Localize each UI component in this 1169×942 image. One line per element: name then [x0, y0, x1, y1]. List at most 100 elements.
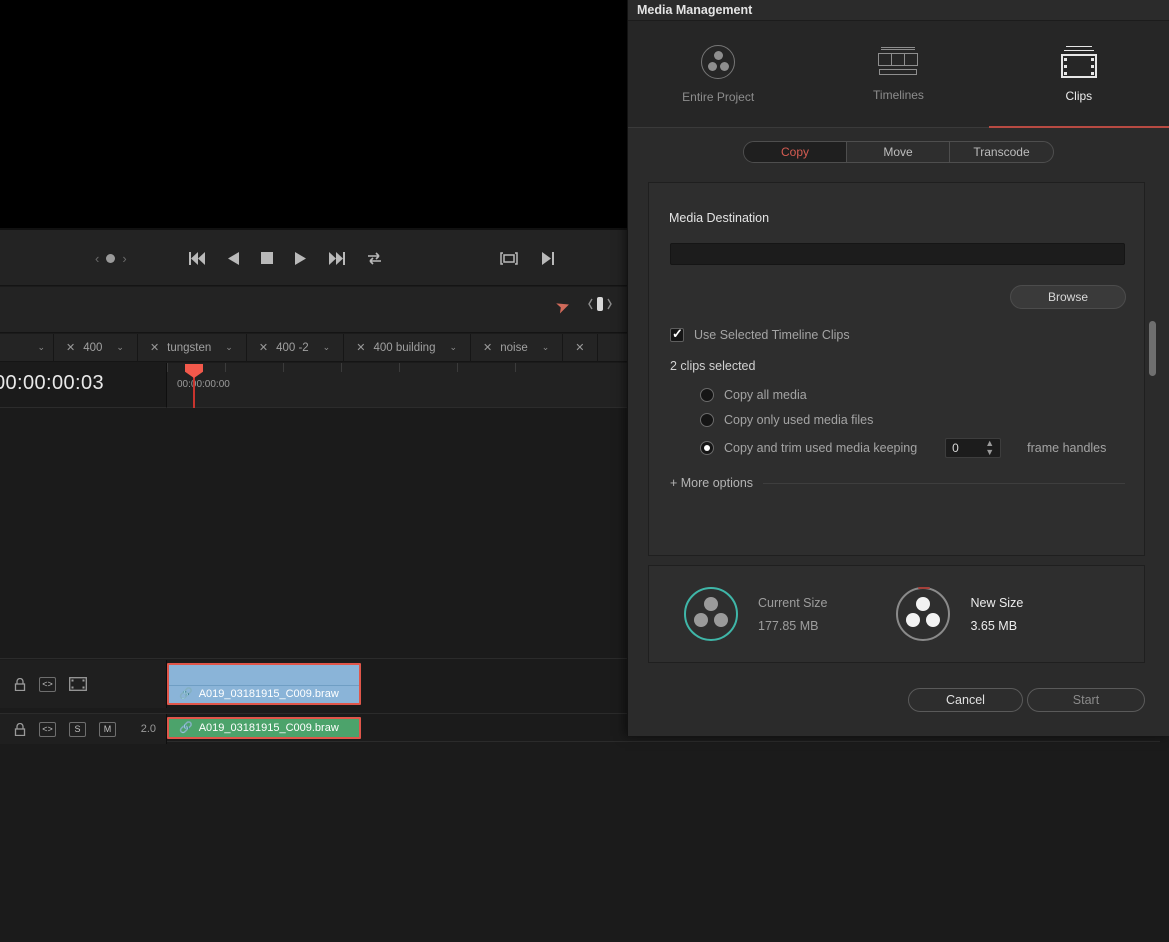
pointer-cursor-icon[interactable]: ➤ [553, 295, 573, 319]
timeline-tab-2[interactable]: ✕ 400 -2 ⌄ [247, 333, 345, 362]
chevron-down-icon[interactable]: ⌄ [435, 342, 466, 353]
timeline-audio-clip[interactable]: 🔗 A019_03181915_C009.braw [167, 717, 361, 739]
tab-timelines[interactable]: Timelines [808, 21, 988, 127]
current-size-value: 177.85 MB [758, 618, 819, 633]
timeline-tab-label: tungsten [167, 341, 212, 354]
jump-to-start-icon[interactable] [188, 251, 206, 265]
lock-icon[interactable] [14, 722, 26, 736]
more-options-row[interactable]: + More options [670, 476, 1125, 490]
stepper-arrows-icon[interactable]: ▲ ▼ [985, 439, 994, 457]
tab-entire-project[interactable]: Entire Project [628, 21, 808, 127]
radio-button[interactable] [700, 388, 714, 402]
timeline-tab-4[interactable]: ✕ noise ⌄ [471, 333, 564, 362]
audio-track-level: 2.0 [140, 723, 156, 735]
operation-mode-row: Copy Move Transcode [628, 128, 1169, 176]
dialog-footer: Cancel Start [628, 684, 1169, 736]
link-icon: 🔗 [179, 688, 193, 700]
current-size-label: Current Size [758, 595, 828, 610]
close-icon[interactable]: ✕ [348, 341, 373, 354]
timeline-tab-label: 400 -2 [276, 341, 309, 354]
operation-transcode[interactable]: Transcode [950, 142, 1053, 162]
timelines-icon [878, 46, 919, 77]
jog-control[interactable]: ‹ › [95, 252, 127, 265]
clip-label-group: 🔗 A019_03181915_C009.braw [179, 687, 339, 701]
new-size-label: New Size [970, 595, 1024, 610]
operation-segmented-control: Copy Move Transcode [743, 141, 1054, 163]
frame-handles-stepper[interactable]: 0 ▲ ▼ [945, 438, 1002, 458]
cancel-button[interactable]: Cancel [908, 688, 1023, 712]
ruler-start-label: 00:00:00:00 [177, 379, 230, 390]
jog-next-icon[interactable]: › [122, 252, 126, 265]
timeline-tab-3[interactable]: ✕ 400 building ⌄ [344, 333, 472, 362]
timeline-video-clip[interactable]: 🔗 A019_03181915_C009.braw [167, 663, 361, 705]
jump-to-end-icon[interactable] [328, 251, 345, 265]
timeline-timecode-panel: 00:00:00:03 [0, 363, 167, 408]
new-size-ring-icon [896, 587, 951, 641]
dialog-mode-tabs: Entire Project Timelines Clips [628, 21, 1169, 128]
chevron-down-icon[interactable]: ⌄ [211, 342, 242, 353]
app-root: ‹ › ➤ ⌄ ✕ 400 ⌄ ✕ tungsten ⌄ ✕ 400 -2 ⌄ … [0, 0, 1169, 942]
timeline-tab-overflow-chevron[interactable]: ⌄ [0, 333, 54, 362]
close-icon[interactable]: ✕ [251, 341, 276, 354]
current-size-item: Current Size 177.85 MB [684, 587, 827, 641]
size-summary-panel: Current Size 177.85 MB New Size 3.65 MB [648, 565, 1145, 663]
fit-to-frame-icon[interactable] [499, 251, 518, 265]
radio-copy-all-media[interactable]: Copy all media [700, 388, 807, 402]
new-size-item: New Size 3.65 MB [896, 587, 1023, 641]
auto-select-icon[interactable]: <> [39, 676, 56, 692]
clip-label-group: 🔗 A019_03181915_C009.braw [179, 721, 339, 735]
timeline-tab-5[interactable]: ✕ [563, 333, 598, 362]
auto-select-icon[interactable]: <> [39, 721, 56, 737]
media-management-dialog: Media Management Entire Project Timeline… [627, 0, 1169, 736]
radio-label: Copy and trim used media keeping [724, 441, 918, 455]
timeline-tab-1[interactable]: ✕ tungsten ⌄ [138, 333, 247, 362]
browse-button[interactable]: Browse [1010, 285, 1126, 309]
options-panel-scrollbar[interactable] [1149, 321, 1156, 376]
mute-button[interactable]: M [99, 721, 116, 737]
stop-icon[interactable] [260, 252, 273, 264]
use-selected-checkbox[interactable] [670, 326, 684, 342]
link-icon: 🔗 [179, 722, 193, 734]
new-size-value: 3.65 MB [970, 618, 1018, 633]
chevron-down-icon[interactable]: ⌄ [102, 342, 133, 353]
trim-edit-mode-icon[interactable] [588, 296, 612, 317]
radio-button[interactable] [700, 413, 714, 427]
start-button[interactable]: Start [1027, 688, 1145, 712]
video-track-icon[interactable] [69, 677, 87, 691]
timeline-tab-label: noise [500, 341, 528, 354]
clips-filmstrip-icon [1060, 45, 1097, 78]
use-selected-label: Use Selected Timeline Clips [694, 328, 850, 342]
selection-count-label: 2 clips selected [670, 359, 756, 373]
media-destination-input[interactable] [670, 243, 1125, 265]
play-reverse-icon[interactable] [227, 251, 239, 265]
frame-handles-value: 0 [952, 441, 959, 455]
use-selected-timeline-clips-row[interactable]: Use Selected Timeline Clips [670, 326, 850, 342]
tab-timelines-label: Timelines [873, 87, 924, 102]
more-options-label[interactable]: + More options [670, 476, 753, 490]
close-icon[interactable]: ✕ [58, 341, 83, 354]
frame-handles-label: frame handles [1027, 441, 1107, 455]
dialog-title: Media Management [628, 0, 1169, 21]
tab-clips[interactable]: Clips [988, 21, 1169, 128]
next-marker-icon[interactable] [541, 251, 554, 265]
radio-button[interactable] [700, 441, 714, 455]
operation-move[interactable]: Move [847, 142, 950, 162]
play-icon[interactable] [294, 251, 306, 265]
chevron-down-icon[interactable]: ⌄ [309, 342, 340, 353]
radio-copy-and-trim[interactable]: Copy and trim used media keeping 0 ▲ ▼ fr… [700, 438, 1106, 458]
radio-copy-only-used[interactable]: Copy only used media files [700, 413, 873, 427]
lock-icon[interactable] [14, 677, 26, 691]
close-icon[interactable]: ✕ [567, 341, 592, 354]
chevron-down-icon[interactable]: ⌄ [528, 342, 559, 353]
media-destination-label: Media Destination [669, 211, 770, 225]
solo-button[interactable]: S [69, 721, 86, 737]
loop-icon[interactable] [367, 251, 382, 265]
more-options-divider [763, 482, 1125, 484]
timeline-tab-label: 400 building [373, 341, 436, 354]
operation-copy[interactable]: Copy [744, 142, 847, 162]
jog-prev-icon[interactable]: ‹ [95, 252, 99, 265]
close-icon[interactable]: ✕ [475, 341, 500, 354]
jog-dot-icon[interactable] [106, 253, 116, 263]
timeline-tab-0[interactable]: ✕ 400 ⌄ [54, 333, 138, 362]
close-icon[interactable]: ✕ [142, 341, 167, 354]
